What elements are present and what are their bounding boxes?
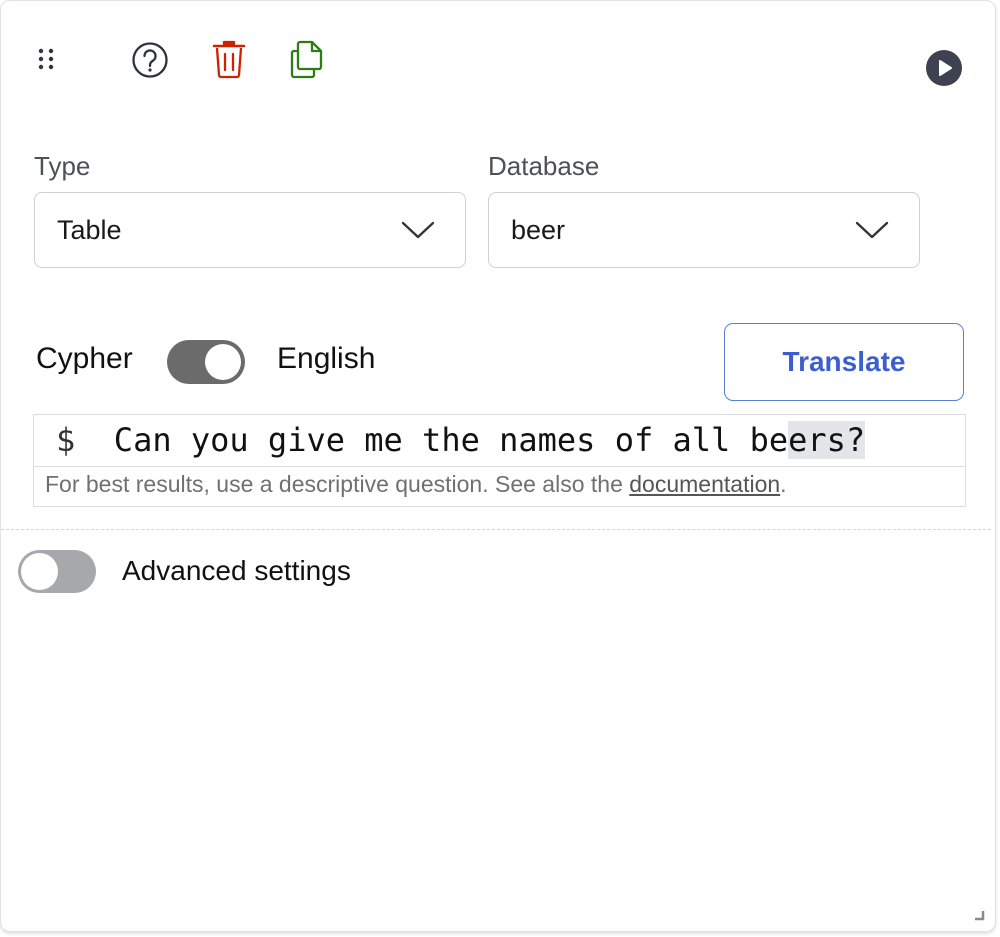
- toggle-knob: [205, 344, 241, 380]
- hint-text: For best results, use a descriptive ques…: [45, 471, 630, 497]
- query-input[interactable]: $ Can you give me the names of all beers…: [34, 415, 965, 467]
- english-label: English: [277, 342, 376, 375]
- translate-button[interactable]: Translate: [724, 323, 964, 401]
- query-editor: $ Can you give me the names of all beers…: [33, 414, 966, 507]
- resize-handle-icon[interactable]: [973, 909, 985, 921]
- type-label: Type: [34, 151, 91, 181]
- copy-icon[interactable]: [285, 37, 329, 81]
- query-selected-text: ers?: [788, 421, 866, 459]
- type-select[interactable]: Table: [34, 192, 466, 268]
- trash-icon[interactable]: [207, 37, 251, 81]
- documentation-link[interactable]: documentation: [629, 471, 780, 497]
- editor-hint: For best results, use a descriptive ques…: [45, 471, 787, 498]
- type-select-value: Table: [57, 214, 122, 245]
- toggle-knob: [21, 553, 58, 590]
- database-select-value: beer: [511, 214, 566, 245]
- report-card: Type Table Database beer Cypher English …: [0, 0, 996, 932]
- chevron-down-icon: [401, 221, 435, 239]
- play-circle-icon[interactable]: [923, 47, 965, 89]
- help-circle-icon[interactable]: [129, 39, 171, 81]
- database-label: Database: [488, 151, 600, 181]
- advanced-settings-label: Advanced settings: [122, 555, 351, 586]
- section-divider: [1, 529, 991, 530]
- advanced-settings-toggle[interactable]: [18, 550, 96, 593]
- chevron-down-icon: [855, 221, 889, 239]
- cypher-english-toggle[interactable]: [167, 340, 245, 384]
- prompt-symbol: $: [56, 421, 76, 459]
- cypher-label: Cypher: [36, 342, 133, 375]
- query-text: Can you give me the names of all be: [113, 421, 789, 459]
- hint-suffix: .: [780, 471, 787, 497]
- database-select[interactable]: beer: [488, 192, 920, 268]
- drag-handle-icon[interactable]: [31, 43, 61, 75]
